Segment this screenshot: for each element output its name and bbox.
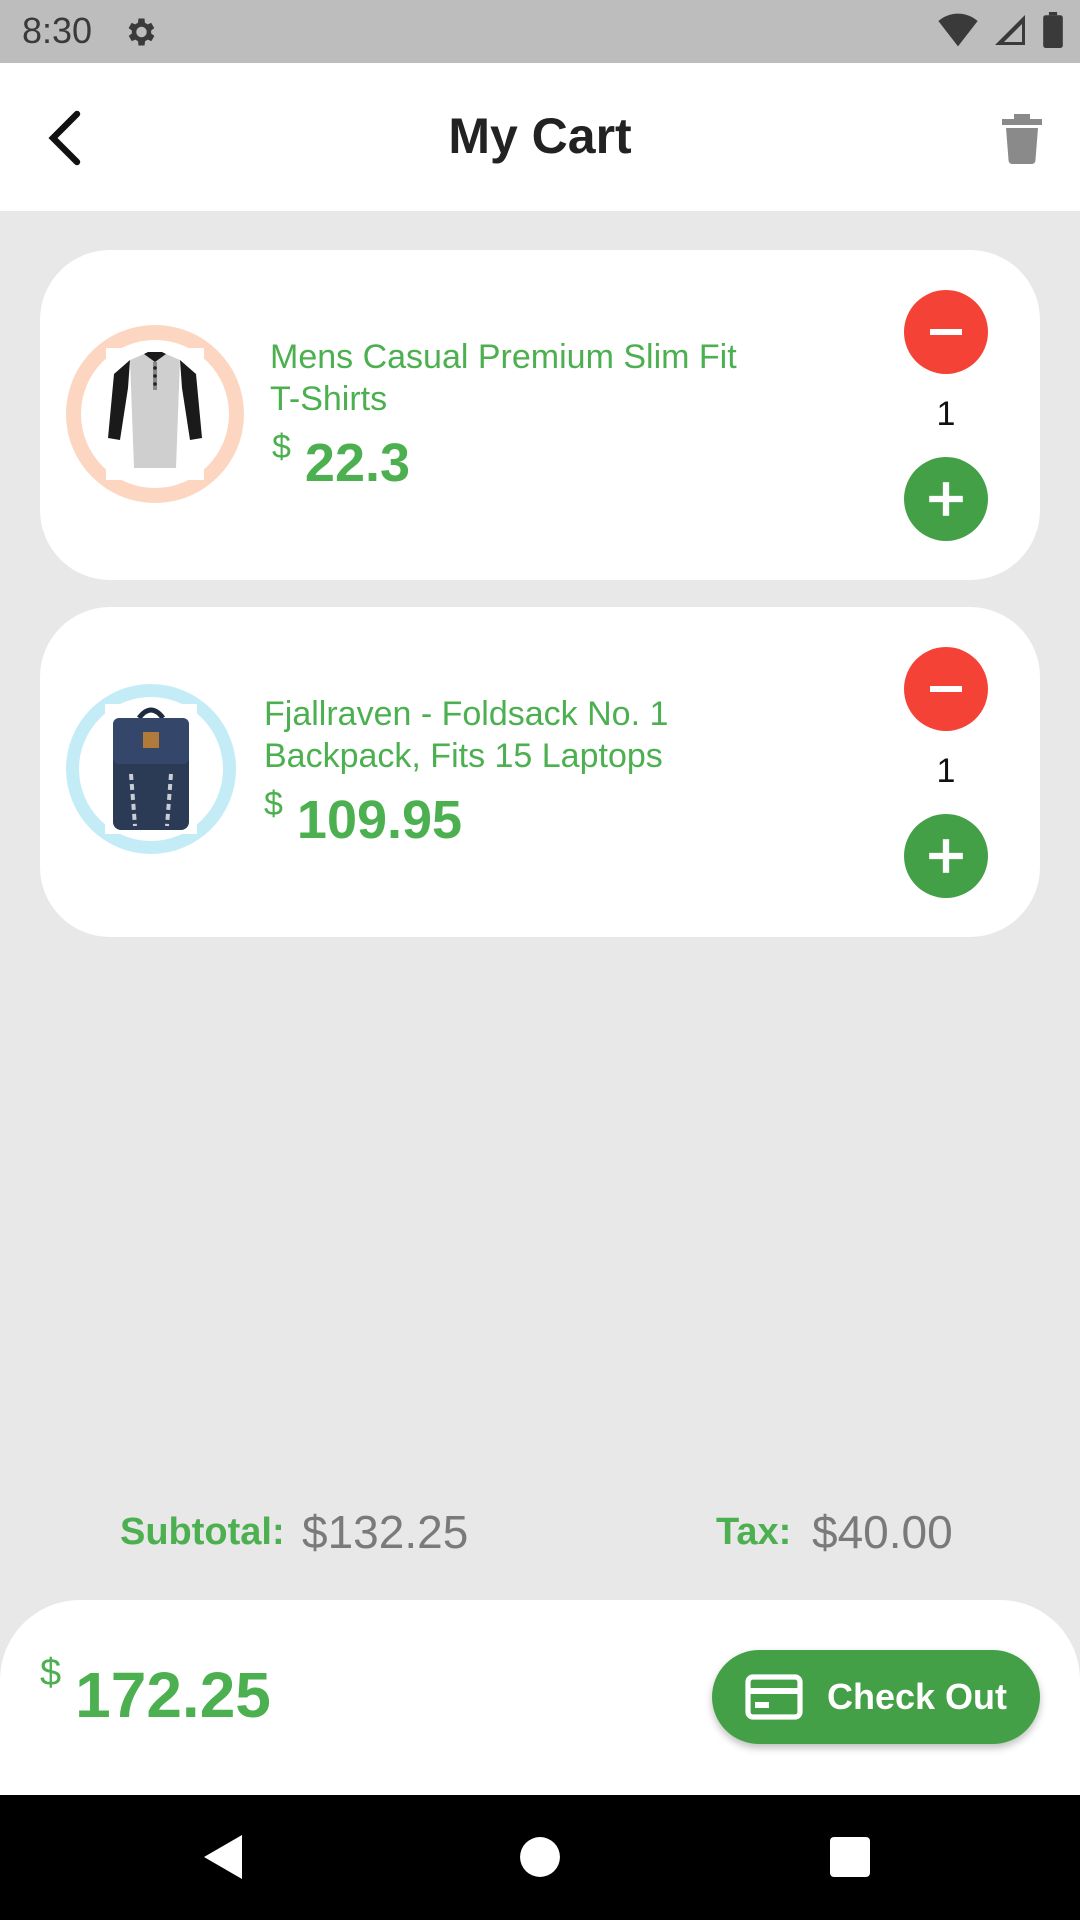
circle-home-icon — [520, 1837, 560, 1877]
plus-icon — [929, 482, 963, 516]
cart-item[interactable]: Mens Casual Premium Slim Fit T-Shirts $ … — [40, 250, 1040, 580]
status-bar: 8:30 — [0, 0, 1080, 63]
backpack-image — [105, 704, 197, 834]
price-value: 109.95 — [296, 790, 463, 850]
signal-icon — [992, 12, 1028, 53]
increase-quantity-button[interactable] — [904, 814, 988, 898]
product-thumbnail — [66, 325, 244, 503]
tax-label: Tax: — [716, 1511, 792, 1553]
nav-recents-button[interactable] — [820, 1827, 880, 1887]
credit-card-icon — [745, 1674, 803, 1720]
product-thumbnail — [66, 684, 236, 854]
status-time: 8:30 — [22, 10, 93, 51]
item-name: Fjallraven - Foldsack No. 1 Backpack, Fi… — [264, 695, 669, 775]
decrease-quantity-button[interactable] — [904, 647, 988, 731]
total-value: 172.25 — [75, 1659, 271, 1731]
subtotal-value: $132.25 — [302, 1506, 469, 1558]
decrease-quantity-button[interactable] — [904, 290, 988, 374]
page-title: My Cart — [448, 108, 632, 164]
battery-icon — [1042, 12, 1064, 53]
nav-back-button[interactable] — [194, 1827, 254, 1887]
plus-icon — [929, 839, 963, 873]
square-recents-icon — [830, 1837, 870, 1877]
system-nav-bar — [0, 1795, 1080, 1920]
currency-symbol: $ — [40, 1652, 62, 1694]
subtotal-label: Subtotal: — [120, 1511, 285, 1553]
item-price: $ 109.95 — [264, 785, 463, 851]
checkout-label: Check Out — [826, 1676, 1008, 1717]
currency-symbol: $ — [272, 428, 291, 466]
triangle-back-icon — [204, 1835, 242, 1879]
trash-icon — [1002, 114, 1042, 164]
quantity-value: 1 — [936, 752, 956, 790]
increase-quantity-button[interactable] — [904, 457, 988, 541]
minus-icon — [930, 329, 962, 335]
quantity-value: 1 — [936, 395, 956, 433]
item-name: Mens Casual Premium Slim Fit T-Shirts — [270, 338, 737, 418]
item-price: $ 22.3 — [272, 428, 411, 494]
checkout-button[interactable]: Check Out — [712, 1650, 1040, 1744]
cart-item[interactable]: Fjallraven - Foldsack No. 1 Backpack, Fi… — [40, 607, 1040, 937]
currency-symbol: $ — [264, 785, 283, 823]
minus-icon — [930, 686, 962, 692]
tshirt-image — [106, 348, 204, 480]
tax-value: $40.00 — [812, 1506, 953, 1558]
wifi-icon — [938, 12, 978, 53]
checkout-panel: $ 172.25 Check Out — [0, 1600, 1080, 1795]
nav-home-button[interactable] — [510, 1827, 570, 1887]
price-value: 22.3 — [304, 433, 411, 493]
app-bar: My Cart — [0, 63, 1080, 211]
delete-all-button[interactable] — [992, 107, 1052, 171]
grand-total: $ 172.25 — [40, 1652, 271, 1732]
totals-summary: Subtotal: $132.25 Tax: $40.00 — [0, 1505, 1080, 1558]
gear-icon — [122, 14, 158, 50]
